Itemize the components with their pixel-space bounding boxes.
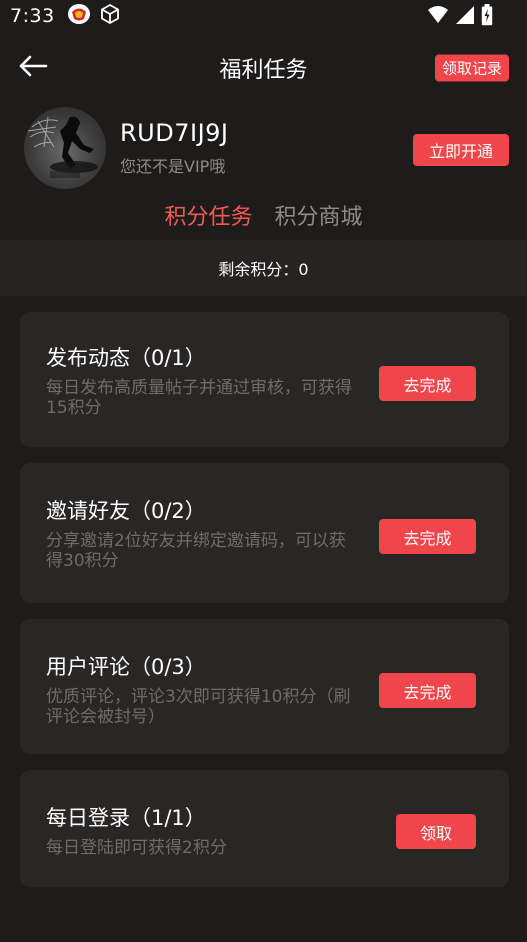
username: RUD7IJ9J bbox=[120, 119, 229, 147]
avatar[interactable] bbox=[24, 107, 106, 189]
task-description: 分享邀请2位好友并绑定邀请码，可以获得30积分 bbox=[46, 531, 346, 571]
vpn-shield-icon bbox=[67, 3, 91, 29]
task-card: 每日登录（1/1） 每日登陆即可获得2积分 领取 bbox=[20, 770, 509, 887]
profile-section: RUD7IJ9J 您还不是VIP哦 立即开通 bbox=[0, 104, 527, 192]
vip-status-text: 您还不是VIP哦 bbox=[120, 157, 226, 176]
arrow-left-icon bbox=[18, 55, 48, 81]
task-description: 每日发布高质量帖子并通过审核，可获得15积分 bbox=[46, 378, 352, 418]
remaining-points-text: 剩余积分：0 bbox=[218, 260, 309, 279]
task-card: 邀请好友（0/2） 分享邀请2位好友并绑定邀请码，可以获得30积分 去完成 bbox=[20, 463, 509, 603]
task-complete-button[interactable]: 去完成 bbox=[379, 673, 476, 708]
remaining-points-bar: 剩余积分：0 bbox=[0, 240, 527, 296]
task-card: 发布动态（0/1） 每日发布高质量帖子并通过审核，可获得15积分 去完成 bbox=[20, 312, 509, 447]
task-title: 每日登录（1/1） bbox=[46, 806, 206, 830]
app-bar: 福利任务 领取记录 bbox=[0, 32, 527, 104]
back-button[interactable] bbox=[16, 51, 50, 85]
tab-points-tasks[interactable]: 积分任务 bbox=[164, 199, 252, 231]
tab-bar: 积分任务 积分商城 bbox=[0, 192, 527, 238]
task-complete-button[interactable]: 去完成 bbox=[379, 366, 476, 401]
wifi-icon bbox=[427, 5, 449, 29]
status-time: 7:33 bbox=[10, 5, 55, 27]
task-description: 优质评论，评论3次即可获得10积分（刷评论会被封号） bbox=[46, 687, 351, 727]
tab-points-mall[interactable]: 积分商城 bbox=[275, 199, 363, 231]
claim-records-button[interactable]: 领取记录 bbox=[434, 54, 509, 82]
task-card: 用户评论（0/3） 优质评论，评论3次即可获得10积分（刷评论会被封号） 去完成 bbox=[20, 619, 509, 754]
task-list: 发布动态（0/1） 每日发布高质量帖子并通过审核，可获得15积分 去完成 邀请好… bbox=[0, 296, 527, 887]
battery-charging-icon bbox=[481, 4, 493, 30]
task-title: 邀请好友（0/2） bbox=[46, 499, 206, 523]
task-description: 每日登陆即可获得2积分 bbox=[46, 838, 227, 858]
task-complete-button[interactable]: 去完成 bbox=[379, 519, 476, 554]
status-bar: 7:33 bbox=[0, 0, 527, 32]
open-vip-button[interactable]: 立即开通 bbox=[412, 134, 509, 166]
task-title: 用户评论（0/3） bbox=[46, 655, 206, 679]
task-claim-button[interactable]: 领取 bbox=[396, 814, 476, 849]
page-title: 福利任务 bbox=[219, 58, 308, 83]
cube-icon bbox=[99, 3, 121, 29]
task-title: 发布动态（0/1） bbox=[46, 346, 206, 370]
cell-signal-icon bbox=[455, 5, 475, 29]
